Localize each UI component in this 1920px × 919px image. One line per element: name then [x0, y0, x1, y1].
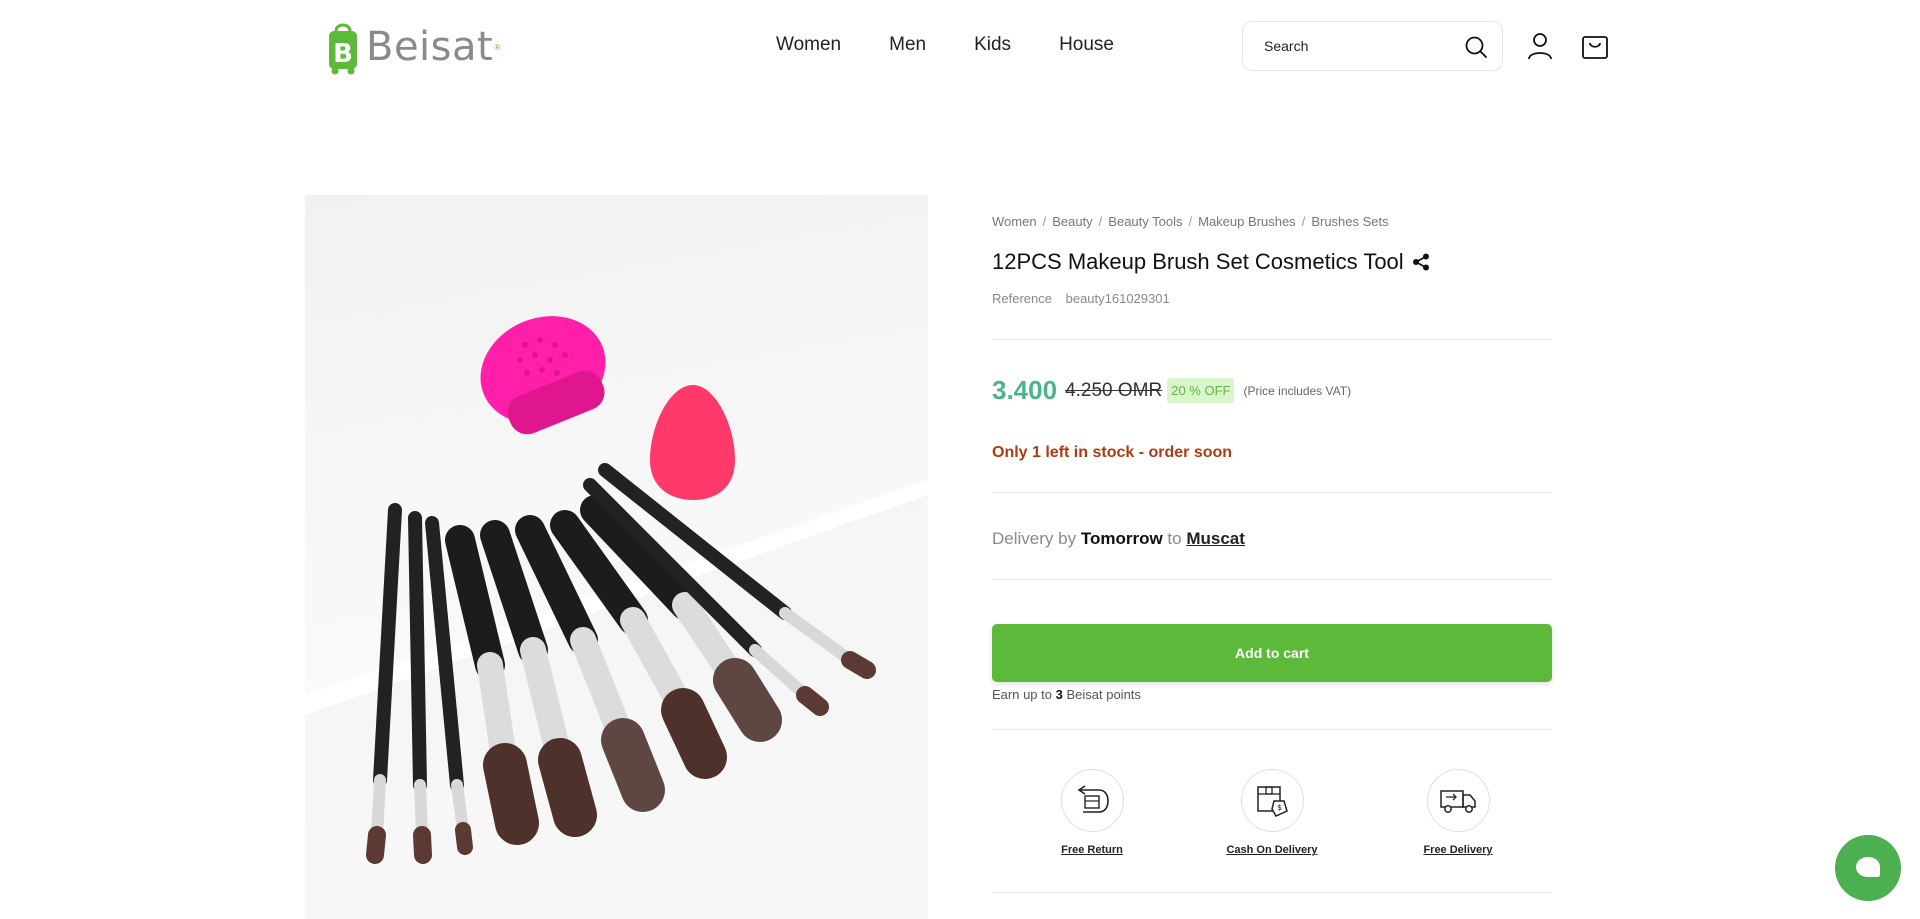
- divider: [992, 892, 1552, 893]
- feature-icon-circle: [1426, 769, 1490, 832]
- shopping-bag-logo-icon: B: [329, 23, 357, 75]
- add-to-cart-button[interactable]: Add to cart: [992, 624, 1552, 682]
- breadcrumb-beauty[interactable]: Beauty: [1052, 214, 1092, 229]
- share-icon[interactable]: [1412, 253, 1430, 271]
- feature-icon-circle: [1060, 769, 1124, 832]
- vat-note: (Price includes VAT): [1243, 383, 1352, 398]
- feature-free-delivery[interactable]: Free Delivery: [1358, 769, 1558, 856]
- reference-label: Reference: [992, 291, 1052, 306]
- service-features: Free Return $ Cash On Delivery Free Deli…: [992, 769, 1552, 863]
- delivery-info: Delivery by Tomorrow to Muscat: [992, 529, 1552, 549]
- reference-row: Reference beauty161029301: [992, 291, 1552, 306]
- main-nav: Women Men Kids House: [776, 34, 1162, 56]
- breadcrumb-separator: /: [1098, 214, 1103, 229]
- points-prefix: Earn up to: [992, 687, 1052, 702]
- site-header: B Beisat ® Women Men Kids House: [0, 0, 1920, 94]
- breadcrumb-makeup-brushes[interactable]: Makeup Brushes: [1198, 214, 1296, 229]
- chat-bubble-icon: [1856, 857, 1880, 877]
- return-box-icon: [1077, 784, 1109, 813]
- feature-icon-circle: $: [1240, 769, 1304, 832]
- divider: [992, 579, 1552, 580]
- breadcrumb-brushes-sets[interactable]: Brushes Sets: [1311, 214, 1388, 229]
- user-account-icon[interactable]: [1527, 32, 1553, 60]
- registered-mark: ®: [494, 42, 501, 52]
- feature-label: Cash On Delivery: [1226, 844, 1318, 856]
- product-info: Women / Beauty / Beauty Tools / Makeup Brus…: [992, 214, 1552, 730]
- feature-label: Free Delivery: [1423, 844, 1493, 856]
- search-box: [1242, 21, 1503, 71]
- breadcrumb-separator: /: [1042, 214, 1047, 229]
- brand-name: Beisat: [366, 24, 494, 70]
- breadcrumb-separator: /: [1188, 214, 1193, 229]
- shopping-cart-icon[interactable]: [1581, 32, 1609, 60]
- divider: [992, 492, 1552, 493]
- delivery-day: Tomorrow: [1080, 529, 1163, 548]
- discount-badge: 20 % OFF: [1167, 378, 1235, 403]
- loyalty-points: Earn up to 3 Beisat points: [992, 687, 1552, 702]
- stock-warning: Only 1 left in stock - order soon: [992, 444, 1233, 461]
- reference-value: beauty161029301: [1065, 291, 1170, 306]
- divider: [992, 729, 1552, 730]
- nav-item-kids[interactable]: Kids: [974, 34, 1011, 56]
- nav-item-women[interactable]: Women: [776, 34, 841, 56]
- feature-free-return[interactable]: Free Return: [992, 769, 1192, 856]
- nav-item-men[interactable]: Men: [889, 34, 926, 56]
- breadcrumb: Women / Beauty / Beauty Tools / Makeup Brus…: [992, 214, 1552, 229]
- delivery-city-link[interactable]: Muscat: [1186, 529, 1245, 548]
- divider: [992, 339, 1552, 340]
- old-price: 4.250 OMR: [1065, 379, 1163, 401]
- points-suffix: Beisat points: [1066, 687, 1141, 702]
- product-title: 12PCS Makeup Brush Set Cosmetics Tool: [992, 249, 1404, 274]
- search-icon[interactable]: [1464, 35, 1488, 59]
- price-row: 3.400 4.250 OMR 20 % OFF (Price includes…: [992, 375, 1552, 406]
- feature-label: Free Return: [1061, 844, 1123, 856]
- breadcrumb-separator: /: [1301, 214, 1306, 229]
- current-price: 3.400: [992, 375, 1058, 405]
- nav-item-house[interactable]: House: [1059, 34, 1114, 56]
- delivery-truck-icon: [1440, 789, 1476, 813]
- product-photo-illustration: [305, 316, 928, 919]
- search-input[interactable]: [1264, 38, 1464, 54]
- cash-delivery-icon: $: [1257, 785, 1288, 817]
- title-row: 12PCS Makeup Brush Set Cosmetics Tool: [992, 249, 1552, 275]
- svg-text:B: B: [333, 39, 353, 69]
- points-value: 3: [1055, 687, 1063, 702]
- feature-cash-on-delivery[interactable]: $ Cash On Delivery: [1172, 769, 1372, 856]
- breadcrumb-women[interactable]: Women: [992, 214, 1037, 229]
- product-image[interactable]: [305, 195, 928, 919]
- breadcrumb-beauty-tools[interactable]: Beauty Tools: [1108, 214, 1182, 229]
- delivery-prefix: Delivery by: [992, 529, 1077, 548]
- brand-logo[interactable]: B Beisat ®: [326, 18, 500, 76]
- delivery-to: to: [1167, 529, 1182, 548]
- chat-button[interactable]: [1835, 835, 1901, 901]
- svg-text:$: $: [1277, 803, 1282, 812]
